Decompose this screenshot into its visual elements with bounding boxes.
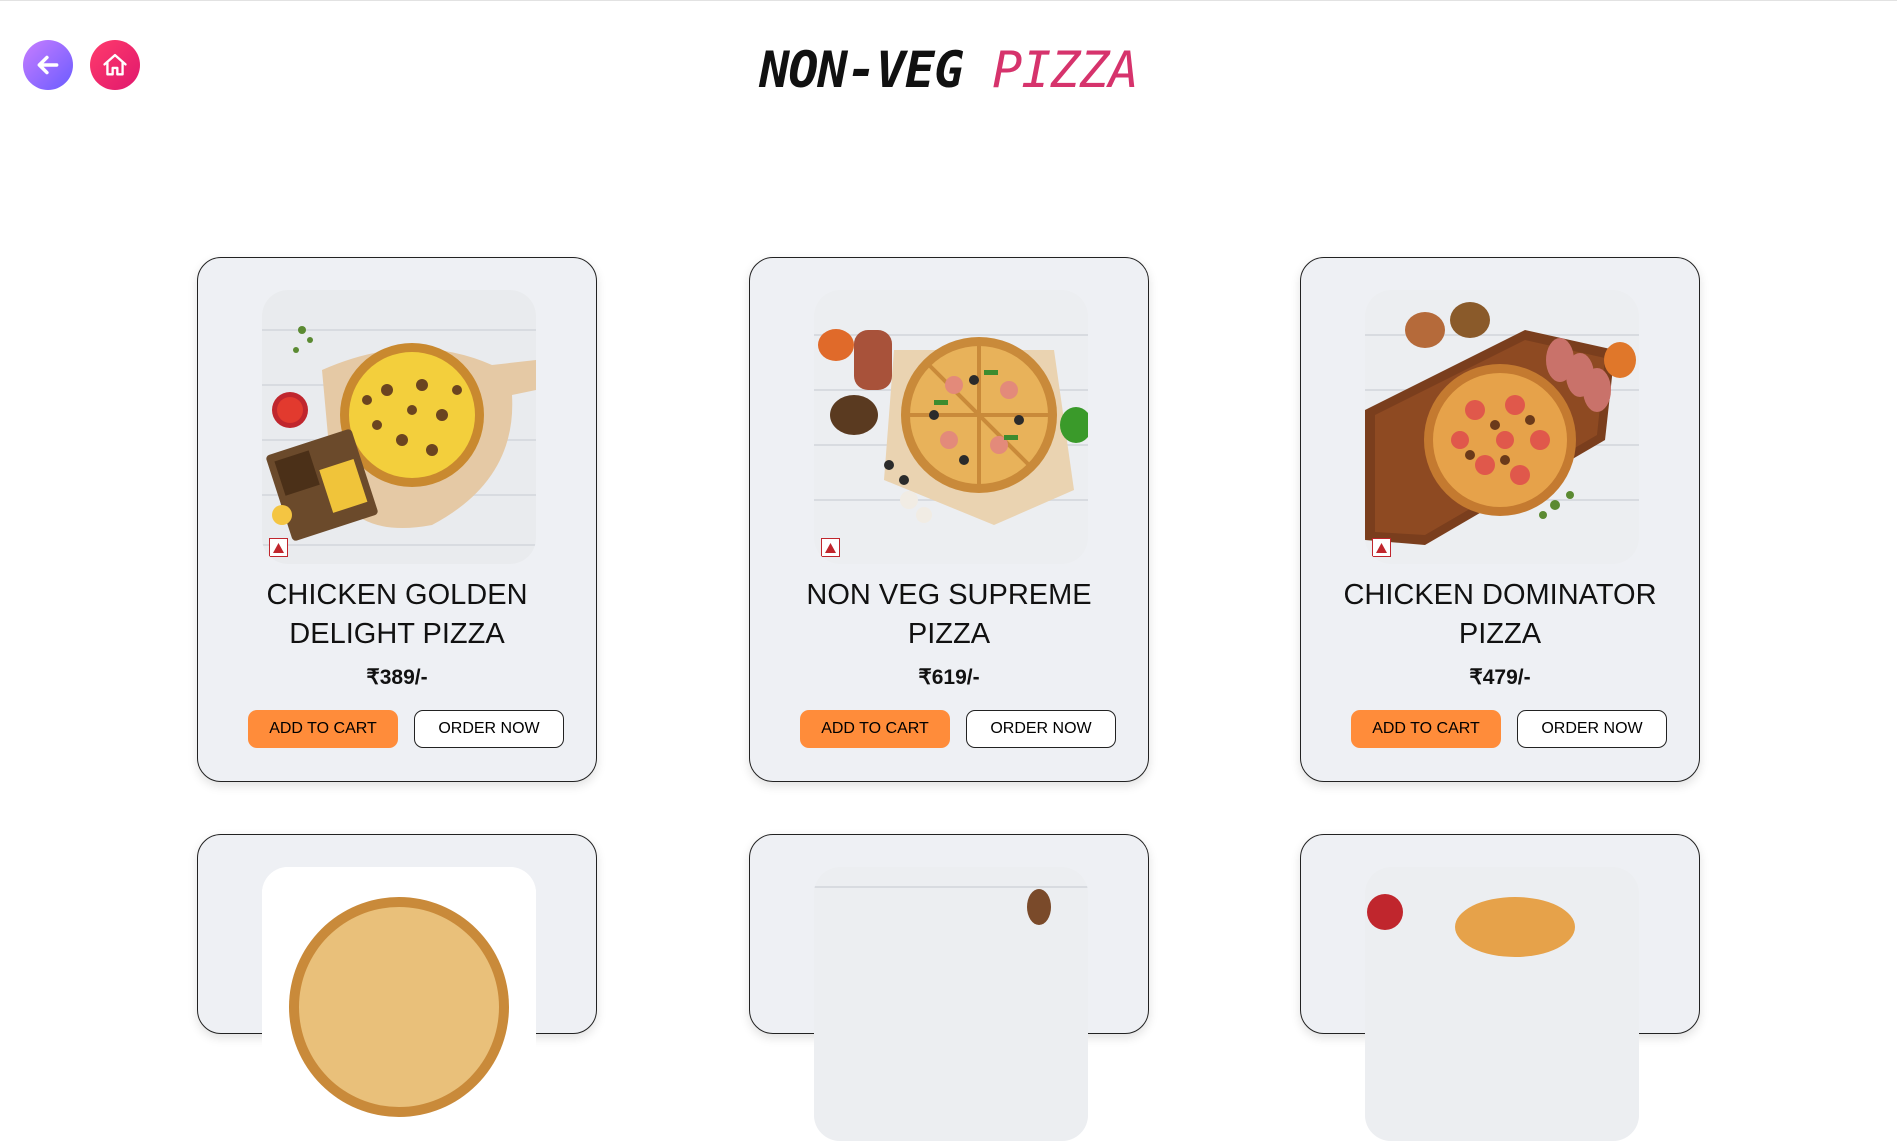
title-accent: PIZZA [992, 41, 1139, 99]
order-now-button[interactable]: ORDER NOW [966, 710, 1116, 748]
product-name: NON VEG SUPREME PIZZA [806, 579, 1092, 650]
product-card [1300, 834, 1700, 1141]
product-name: CHICKEN GOLDEN DELIGHT PIZZA [266, 579, 528, 650]
add-to-cart-button[interactable]: ADD TO CART [1351, 710, 1501, 748]
product-name: CHICKEN DOMINATOR PIZZA [1343, 579, 1657, 650]
product-price: ₹479/- [1469, 666, 1531, 689]
product-card: CHICKEN DOMINATOR PIZZA ₹479/- ADD TO CA… [1300, 257, 1700, 782]
add-to-cart-button[interactable]: ADD TO CART [248, 710, 398, 748]
product-card [749, 834, 1149, 1141]
product-price: ₹619/- [918, 666, 980, 689]
product-card: NON VEG SUPREME PIZZA ₹619/- ADD TO CART… [749, 257, 1149, 782]
product-card [197, 834, 597, 1141]
add-to-cart-button[interactable]: ADD TO CART [800, 710, 950, 748]
pizza-image[interactable] [814, 290, 1088, 564]
nonveg-icon [269, 538, 288, 557]
pizza-image[interactable] [262, 867, 536, 1141]
pizza-image[interactable] [1365, 290, 1639, 564]
order-now-button[interactable]: ORDER NOW [1517, 710, 1667, 748]
nonveg-icon [821, 538, 840, 557]
pizza-image[interactable] [814, 867, 1088, 1141]
product-price: ₹389/- [366, 666, 428, 689]
nonveg-icon [1372, 538, 1391, 557]
pizza-image[interactable] [1365, 867, 1639, 1141]
title-main: NON-VEG [759, 41, 964, 99]
order-now-button[interactable]: ORDER NOW [414, 710, 564, 748]
product-card: CHICKEN GOLDEN DELIGHT PIZZA ₹389/- ADD … [197, 257, 597, 782]
page-title: NON-VEG PIZZA [0, 41, 1897, 99]
pizza-image[interactable] [262, 290, 536, 564]
